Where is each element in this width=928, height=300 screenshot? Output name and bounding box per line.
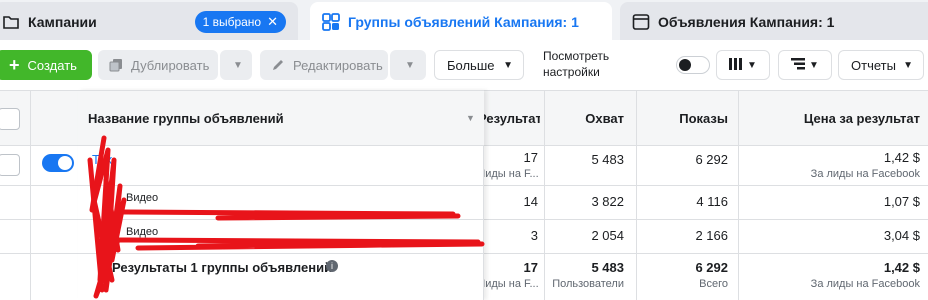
ad-name-cell[interactable]: Видео — [78, 186, 484, 220]
chevron-down-icon: ▼ — [405, 59, 415, 71]
edit-dropdown[interactable]: ▼ — [390, 50, 426, 80]
toggle-knob — [58, 156, 72, 170]
name-column-header[interactable]: Название группы объявлений ▼ — [78, 90, 484, 146]
summary-label: Результаты 1 группы объявлений — [112, 260, 333, 275]
window-icon — [632, 13, 650, 31]
summary-results: 17 — [523, 260, 538, 275]
name-column: Название группы объявлений ▼ Тух Видео В… — [78, 90, 484, 300]
create-label: Создать — [27, 57, 77, 73]
breakdown-icon — [791, 57, 806, 73]
adset-cost: 1,42 $ — [883, 150, 920, 165]
columns-icon — [729, 57, 743, 73]
tab-adsets-label: Группы объявлений Кампания: 1 — [348, 14, 579, 30]
view-settings-toggle[interactable] — [676, 56, 710, 74]
header-reach[interactable]: Охват — [548, 111, 624, 126]
more-button[interactable]: Больше ▼ — [434, 50, 524, 80]
adset-results-type: Лиды на F... — [478, 168, 539, 180]
summary-cost-type: За лиды на Facebook — [810, 278, 920, 290]
more-label: Больше — [447, 57, 495, 73]
select-all-checkbox[interactable] — [0, 108, 20, 130]
summary-name-cell: Результаты 1 группы объявлений i — [78, 254, 484, 300]
ad-impressions: 4 116 — [696, 194, 728, 209]
ad-reach: 3 822 — [591, 194, 624, 209]
header-impressions[interactable]: Показы — [640, 111, 728, 126]
adset-name-link[interactable]: Тух — [92, 152, 112, 167]
ad-results: 14 — [523, 194, 538, 209]
breakdown-button[interactable]: ▼ — [778, 50, 832, 80]
tab-ads-label: Объявления Кампания: 1 — [658, 14, 835, 30]
folder-icon — [2, 13, 20, 31]
chevron-down-icon: ▼ — [747, 59, 757, 71]
copy-icon — [109, 58, 123, 72]
pencil-icon — [271, 58, 285, 72]
chevron-down-icon: ▼ — [903, 59, 913, 71]
ad-cost: 1,07 $ — [883, 194, 920, 209]
tab-campaigns[interactable]: Кампании 1 выбрано ✕ — [0, 2, 298, 42]
ad-type-label: Видео — [126, 226, 159, 238]
duplicate-dropdown[interactable]: ▼ — [220, 50, 252, 80]
toggle-knob — [679, 59, 691, 71]
edit-button[interactable]: Редактировать — [260, 50, 388, 80]
column-divider — [636, 90, 637, 300]
row-checkbox[interactable] — [0, 154, 20, 176]
duplicate-label: Дублировать — [131, 57, 210, 73]
adsets-table: Результаты Охват Показы Цена за результа… — [0, 90, 928, 300]
header-cost-per-result[interactable]: Цена за результат — [740, 111, 920, 126]
ad-type-label: Видео — [126, 192, 159, 204]
chevron-down-icon: ▼ — [503, 59, 513, 71]
summary-cost: 1,42 $ — [883, 260, 920, 275]
toolbar: + Создать Дублировать ▼ Редактировать ▼ … — [0, 40, 928, 90]
close-icon[interactable]: ✕ — [267, 14, 278, 30]
summary-impressions: 6 292 — [695, 260, 728, 275]
column-divider — [30, 90, 31, 300]
tab-bar: Кампании 1 выбрано ✕ Группы объявлений К… — [0, 0, 928, 42]
ad-cost: 3,04 $ — [883, 228, 920, 243]
reports-button[interactable]: Отчеты ▼ — [838, 50, 924, 80]
reports-label: Отчеты — [851, 57, 896, 73]
adset-results: 17 — [523, 150, 538, 165]
edit-label: Редактировать — [293, 57, 383, 73]
adset-reach: 5 483 — [591, 152, 624, 167]
view-settings-label: Посмотреть настройки — [543, 49, 610, 79]
duplicate-button[interactable]: Дублировать — [98, 50, 218, 80]
summary-reach: 5 483 — [591, 260, 624, 275]
summary-results-type: Лиды на F... — [478, 278, 539, 290]
tab-campaigns-label: Кампании — [28, 14, 97, 30]
header-name: Название группы объявлений — [88, 111, 284, 126]
summary-reach-type: Пользователи — [552, 278, 624, 290]
ad-name-cell[interactable]: Видео — [78, 220, 484, 254]
adset-cost-type: За лиды на Facebook — [810, 168, 920, 180]
tab-ads[interactable]: Объявления Кампания: 1 — [620, 2, 928, 42]
header-results[interactable]: Результаты — [478, 111, 540, 126]
tab-adsets[interactable]: Группы объявлений Кампания: 1 — [310, 2, 612, 42]
selected-badge[interactable]: 1 выбрано ✕ — [194, 11, 286, 33]
ad-impressions: 2 166 — [695, 228, 728, 243]
column-divider — [544, 90, 545, 300]
ad-results: 3 — [530, 228, 538, 243]
selected-badge-label: 1 выбрано — [202, 15, 262, 29]
adset-name-cell[interactable]: Тух — [78, 146, 484, 186]
column-divider — [738, 90, 739, 300]
create-button[interactable]: + Создать — [0, 50, 92, 80]
chevron-down-icon: ▼ — [233, 59, 243, 71]
sort-icon[interactable]: ▼ — [466, 113, 475, 123]
chevron-down-icon: ▼ — [809, 59, 819, 71]
info-icon[interactable]: i — [326, 260, 338, 272]
ad-reach: 2 054 — [591, 228, 624, 243]
plus-icon: + — [9, 54, 20, 75]
summary-impressions-type: Всего — [699, 278, 728, 290]
columns-button[interactable]: ▼ — [716, 50, 770, 80]
adset-toggle[interactable] — [42, 154, 74, 172]
adset-impressions: 6 292 — [695, 152, 728, 167]
grid-icon — [322, 13, 340, 31]
